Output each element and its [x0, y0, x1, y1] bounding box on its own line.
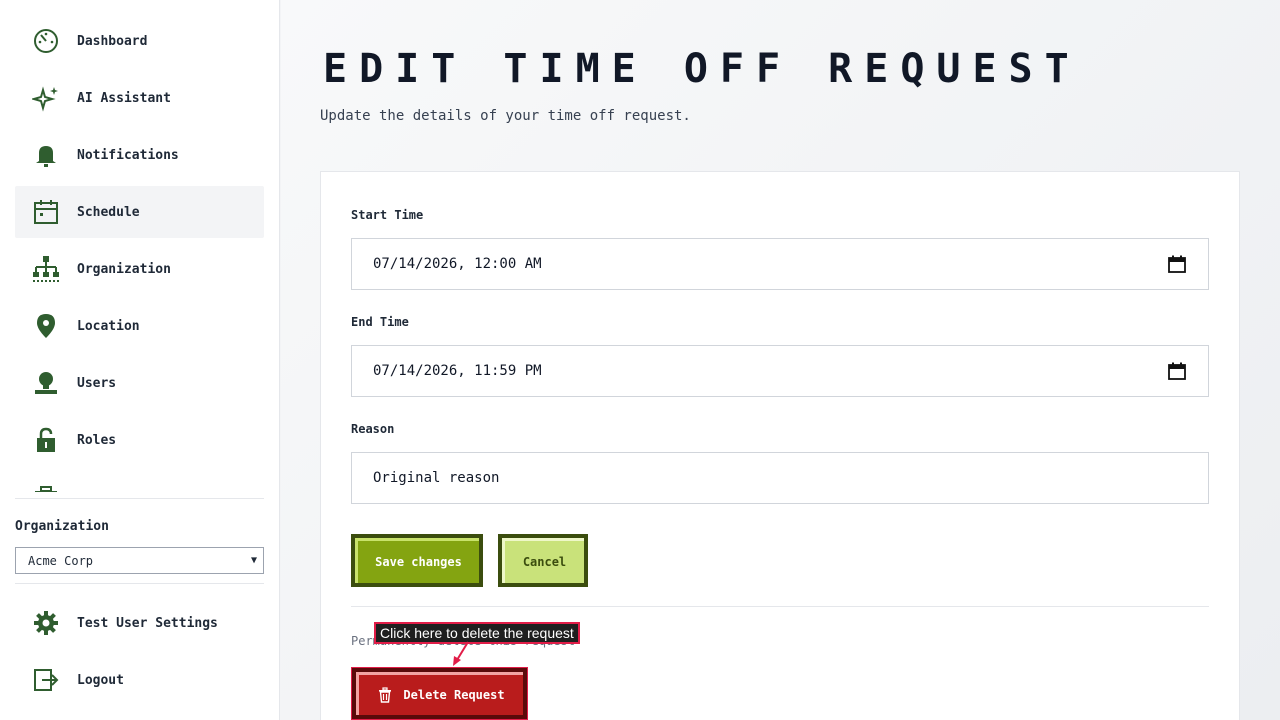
save-button[interactable]: Save changes	[351, 534, 483, 587]
tooltip-arrow-icon	[453, 641, 469, 666]
sidebar-item-notifications[interactable]: Notifications	[15, 129, 264, 181]
sidebar-nav: Dashboard AI Assistant Notifications Sch…	[15, 15, 264, 492]
sidebar-item-schedule[interactable]: Schedule	[15, 186, 264, 238]
end-time-label: End Time	[351, 315, 409, 329]
logout-link[interactable]: Logout	[15, 654, 264, 706]
end-time-input[interactable]: 07/14/2026, 11:59 PM	[351, 345, 1209, 397]
sidebar-item-label: Roles	[77, 432, 117, 448]
calendar-icon	[31, 197, 61, 227]
bell-icon	[31, 140, 61, 170]
cancel-button[interactable]: Cancel	[498, 534, 588, 587]
cancel-button-label: Cancel	[502, 538, 584, 583]
calendar-picker-icon[interactable]	[1168, 362, 1186, 380]
reason-value: Original reason	[373, 470, 500, 486]
sidebar-item-organization[interactable]: Organization	[15, 243, 264, 295]
end-time-value: 07/14/2026, 11:59 PM	[373, 363, 542, 379]
sidebar-item-more[interactable]	[15, 471, 264, 492]
organization-select[interactable]: Acme Corp ▼	[15, 547, 264, 574]
main-content: EDIT TIME OFF REQUEST Update the details…	[281, 0, 1280, 720]
logout-icon	[31, 665, 61, 695]
page-subtitle: Update the details of your time off requ…	[320, 108, 691, 124]
sidebar-item-label: Schedule	[77, 204, 140, 220]
lock-icon	[31, 425, 61, 455]
sidebar-item-label: Location	[77, 318, 140, 334]
sidebar-item-roles[interactable]: Roles	[15, 414, 264, 466]
delete-button[interactable]: Delete Request	[351, 667, 528, 720]
gear-icon	[31, 608, 61, 638]
sidebar-item-ai-assistant[interactable]: AI Assistant	[15, 72, 264, 124]
sidebar: Dashboard AI Assistant Notifications Sch…	[0, 0, 280, 720]
briefcase-icon	[31, 482, 61, 492]
org-chart-icon	[31, 254, 61, 284]
delete-button-inner: Delete Request	[356, 672, 523, 715]
sidebar-divider	[15, 498, 264, 499]
sidebar-item-location[interactable]: Location	[15, 300, 264, 352]
org-label: Organization	[15, 519, 109, 534]
page-title: EDIT TIME OFF REQUEST	[323, 46, 1081, 92]
calendar-picker-icon[interactable]	[1168, 255, 1186, 273]
trash-icon	[379, 687, 392, 703]
reason-label: Reason	[351, 422, 395, 436]
form-divider	[351, 606, 1209, 607]
sidebar-item-label: Dashboard	[77, 33, 148, 49]
start-time-input[interactable]: 07/14/2026, 12:00 AM	[351, 238, 1209, 290]
logout-label: Logout	[77, 672, 124, 688]
reason-input[interactable]: Original reason	[351, 452, 1209, 504]
sparkle-icon	[31, 83, 61, 113]
chevron-down-icon: ▼	[250, 555, 257, 566]
start-time-value: 07/14/2026, 12:00 AM	[373, 256, 542, 272]
user-icon	[31, 368, 61, 398]
delete-tooltip: Click here to delete the request	[374, 622, 580, 644]
dashboard-icon	[31, 26, 61, 56]
settings-link[interactable]: Test User Settings	[15, 597, 264, 649]
start-time-label: Start Time	[351, 208, 424, 222]
sidebar-item-label: AI Assistant	[77, 90, 171, 106]
sidebar-divider	[15, 583, 264, 584]
sidebar-item-dashboard[interactable]: Dashboard	[15, 15, 264, 67]
sidebar-item-users[interactable]: Users	[15, 357, 264, 409]
sidebar-item-label: Users	[77, 375, 117, 391]
organization-select-value: Acme Corp	[28, 553, 94, 568]
delete-button-label: Delete Request	[403, 688, 505, 702]
settings-label: Test User Settings	[77, 615, 218, 631]
sidebar-item-label: Notifications	[77, 147, 179, 163]
map-pin-icon	[31, 311, 61, 341]
sidebar-item-label: Organization	[77, 261, 171, 277]
save-button-label: Save changes	[355, 538, 479, 583]
